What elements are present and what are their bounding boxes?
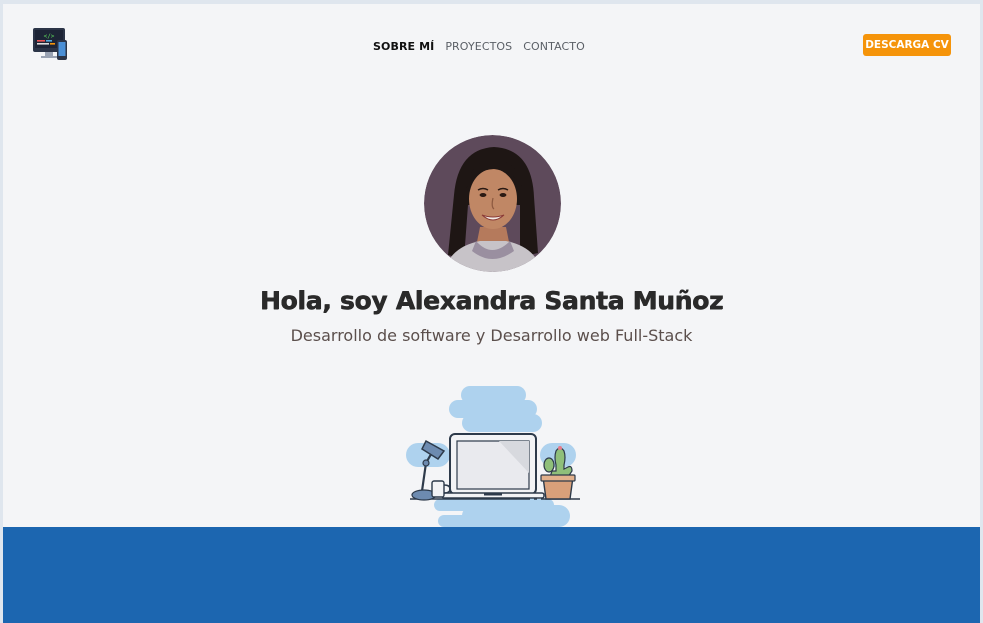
avatar — [424, 135, 561, 272]
code-monitor-icon[interactable]: </> — [32, 27, 70, 63]
page: </> SOBRE MÍ PROYECTOS CONTACTO DESCARGA… — [3, 4, 980, 623]
blue-section-band — [3, 527, 980, 623]
svg-text:</>: </> — [44, 33, 55, 40]
main-nav: SOBRE MÍ PROYECTOS CONTACTO — [373, 40, 585, 53]
desk-laptop-illustration — [406, 386, 580, 527]
hero-subtitle: Desarrollo de software y Desarrollo web … — [290, 326, 693, 345]
nav-item-sobre-mi[interactable]: SOBRE MÍ — [373, 40, 434, 53]
hero-title: Hola, soy Alexandra Santa Muñoz — [259, 286, 724, 315]
nav-item-proyectos[interactable]: PROYECTOS — [445, 40, 512, 53]
nav-item-contacto[interactable]: CONTACTO — [523, 40, 585, 53]
download-cv-button[interactable]: DESCARGA CV — [863, 34, 951, 56]
